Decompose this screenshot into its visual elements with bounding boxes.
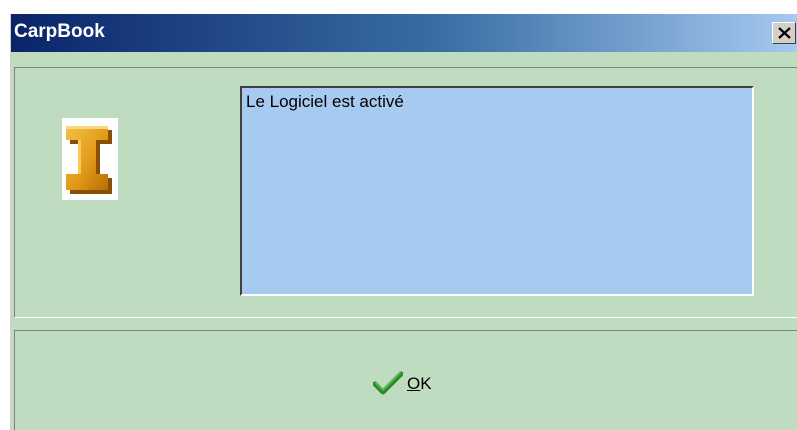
dialog-window: CarpBook Le Logiciel est activé OK [10, 14, 797, 430]
ok-label-rest: K [420, 374, 432, 393]
ok-label: OK [407, 374, 432, 394]
close-button[interactable] [772, 22, 796, 44]
ok-mnemonic: O [407, 374, 421, 393]
close-icon [778, 27, 791, 39]
checkmark-icon [373, 371, 403, 395]
message-textbox[interactable]: Le Logiciel est activé [240, 86, 754, 296]
title-bar[interactable]: CarpBook [11, 14, 797, 52]
message-text: Le Logiciel est activé [246, 92, 404, 111]
ok-button[interactable]: OK [361, 364, 471, 404]
information-i-icon [62, 118, 118, 200]
window-title: CarpBook [14, 21, 105, 42]
